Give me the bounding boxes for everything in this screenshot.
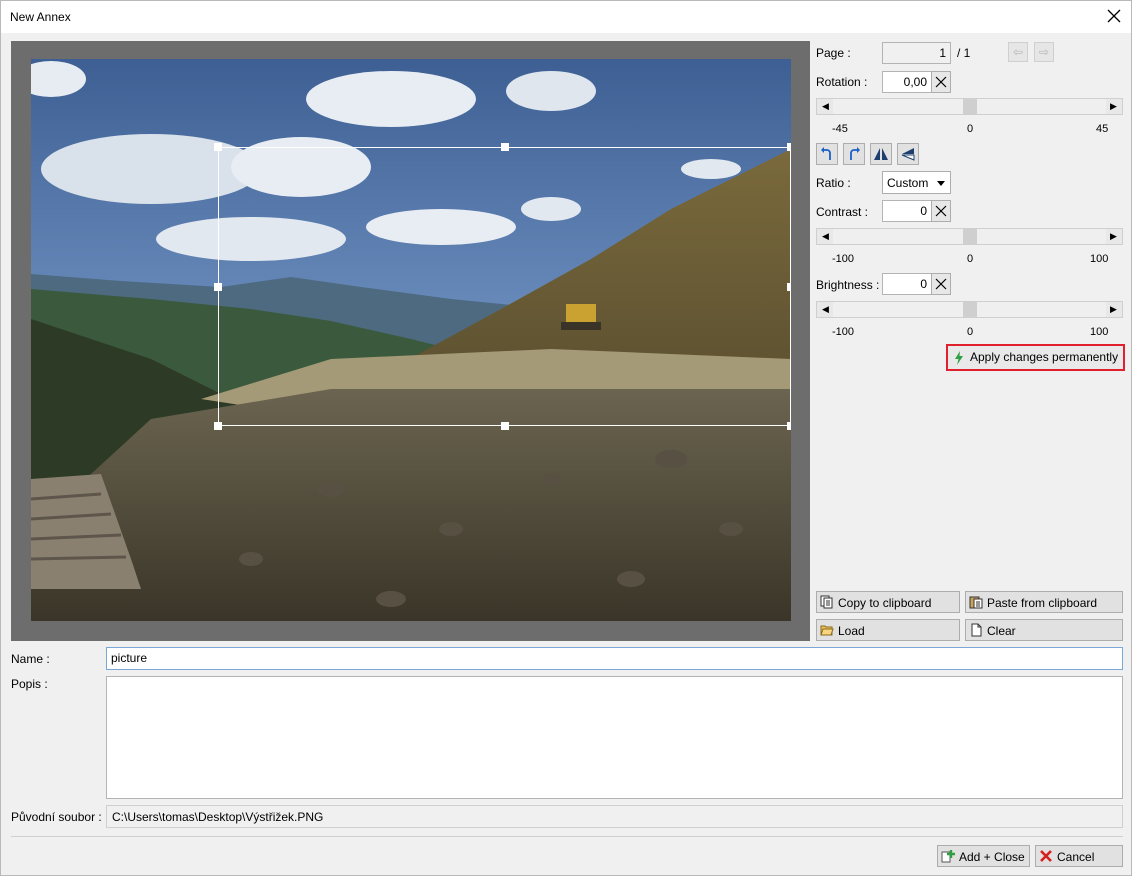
ratio-label: Ratio : [816, 176, 851, 190]
flip-horizontal-button[interactable] [870, 143, 892, 165]
slider-left-arrow-icon[interactable]: ◀ [818, 99, 833, 114]
ratio-select[interactable]: Custom [882, 171, 951, 194]
rotate-left-button[interactable] [816, 143, 838, 165]
rotation-mid: 0 [967, 123, 974, 135]
clear-label: Clear [987, 624, 1016, 638]
footer-divider [11, 836, 1123, 837]
brightness-min: -100 [832, 326, 855, 338]
cancel-icon [1040, 850, 1052, 862]
preview-photo [31, 59, 791, 621]
add-close-button[interactable]: Add + Close [937, 845, 1030, 867]
page-label: Page : [816, 46, 851, 60]
rotation-input[interactable]: 0,00 [882, 71, 932, 93]
prev-page-button[interactable]: ⇦ [1008, 42, 1028, 62]
brightness-max: 100 [1090, 326, 1109, 338]
apply-changes-label: Apply changes permanently [970, 350, 1119, 364]
rotation-slider[interactable]: ◀ ▶ [816, 98, 1123, 115]
apply-changes-button[interactable]: Apply changes permanently [946, 344, 1125, 371]
brightness-label: Brightness : [816, 278, 880, 292]
crop-rectangle[interactable] [214, 143, 791, 430]
brightness-reset-button[interactable] [931, 273, 951, 295]
close-icon[interactable] [1105, 7, 1123, 25]
copy-icon [820, 595, 833, 609]
slider-thumb[interactable] [963, 99, 977, 114]
flip-vertical-icon [901, 148, 915, 161]
contrast-label: Contrast : [816, 205, 869, 219]
crop-handle[interactable] [214, 143, 222, 151]
title-bar: New Annex [1, 1, 1131, 33]
add-close-label: Add + Close [959, 850, 1025, 864]
copy-to-clipboard-label: Copy to clipboard [838, 596, 932, 610]
page-total: / 1 [957, 46, 971, 60]
flip-horizontal-icon [874, 148, 888, 160]
rotation-reset-button[interactable] [931, 71, 951, 93]
brightness-slider[interactable]: ◀ ▶ [816, 301, 1123, 318]
lightning-icon [955, 351, 963, 365]
paste-from-clipboard-label: Paste from clipboard [987, 596, 1098, 610]
crop-handle[interactable] [787, 422, 791, 430]
brightness-mid: 0 [967, 326, 974, 338]
rotate-right-icon [850, 147, 860, 160]
next-page-button[interactable]: ⇨ [1034, 42, 1054, 62]
close-icon [935, 76, 947, 88]
image-preview-panel [11, 41, 810, 641]
folder-open-icon [820, 625, 834, 636]
popis-textarea[interactable] [106, 676, 1123, 799]
add-icon [941, 850, 955, 863]
close-icon [935, 278, 947, 290]
crop-handle[interactable] [787, 283, 791, 291]
slider-left-arrow-icon[interactable]: ◀ [818, 229, 833, 244]
load-label: Load [838, 624, 865, 638]
rotation-scale: -45 0 45 [816, 123, 1123, 137]
blank-page-icon [971, 623, 982, 637]
crop-handle[interactable] [501, 422, 509, 430]
page-number-field: 1 [882, 42, 951, 64]
contrast-mid: 0 [967, 253, 974, 265]
slider-right-arrow-icon[interactable]: ▶ [1106, 99, 1121, 114]
contrast-input[interactable]: 0 [882, 200, 932, 222]
contrast-reset-button[interactable] [931, 200, 951, 222]
rotate-left-icon [821, 147, 831, 160]
rotation-max: 45 [1096, 123, 1109, 135]
cancel-button[interactable]: Cancel [1035, 845, 1123, 867]
rotation-label: Rotation : [816, 75, 868, 89]
rotation-min: -45 [832, 123, 848, 135]
slider-thumb[interactable] [963, 229, 977, 244]
flip-vertical-button[interactable] [897, 143, 919, 165]
popis-label: Popis : [11, 677, 48, 691]
crop-handle[interactable] [787, 143, 791, 151]
ratio-selected-value: Custom [887, 176, 929, 190]
chevron-down-icon [937, 181, 945, 186]
copy-to-clipboard-button[interactable]: Copy to clipboard [816, 591, 960, 613]
brightness-input[interactable]: 0 [882, 273, 932, 295]
paste-from-clipboard-button[interactable]: Paste from clipboard [965, 591, 1123, 613]
source-file-path: C:\Users\tomas\Desktop\Výstřižek.PNG [106, 805, 1123, 828]
brightness-scale: -100 0 100 [816, 326, 1123, 340]
contrast-max: 100 [1090, 253, 1109, 265]
crop-handle[interactable] [501, 143, 509, 151]
close-icon [935, 205, 947, 217]
slider-thumb[interactable] [963, 302, 977, 317]
slider-right-arrow-icon[interactable]: ▶ [1106, 302, 1121, 317]
name-input[interactable]: picture [106, 647, 1123, 670]
cancel-label: Cancel [1057, 850, 1095, 864]
slider-left-arrow-icon[interactable]: ◀ [818, 302, 833, 317]
slider-right-arrow-icon[interactable]: ▶ [1106, 229, 1121, 244]
dialog-window: New Annex Page: 1 / 1 ⇦ ⇨ Rotation: 0,… [0, 0, 1132, 876]
name-label: Name : [11, 652, 50, 666]
crop-handle[interactable] [214, 422, 222, 430]
contrast-min: -100 [832, 253, 855, 265]
paste-icon [969, 596, 983, 609]
load-button[interactable]: Load [816, 619, 960, 641]
crop-handle[interactable] [214, 283, 222, 291]
rotate-right-button[interactable] [843, 143, 865, 165]
clear-button[interactable]: Clear [965, 619, 1123, 641]
source-file-label: Původní soubor : [11, 810, 102, 824]
window-title: New Annex [10, 10, 71, 24]
contrast-scale: -100 0 100 [816, 253, 1123, 267]
contrast-slider[interactable]: ◀ ▶ [816, 228, 1123, 245]
